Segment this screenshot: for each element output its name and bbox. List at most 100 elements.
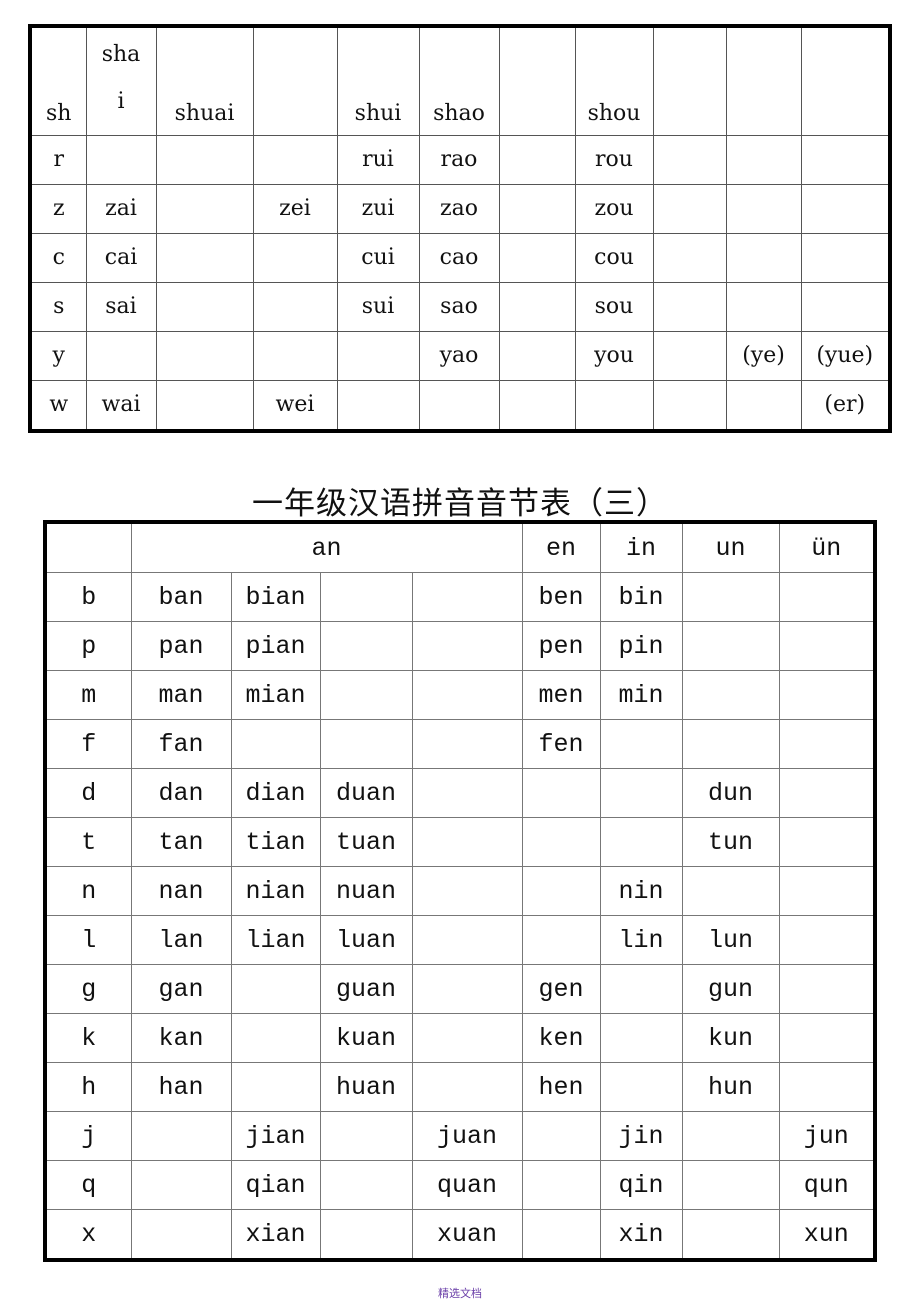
syllable-cell — [681, 866, 780, 916]
syllable-cell — [800, 233, 891, 283]
syllable-cell: tian — [230, 817, 321, 867]
syllable-cell — [652, 380, 727, 432]
footer-watermark: 精选文档 — [438, 1287, 482, 1300]
table1-row-sh: sh sha i shuai shui shao shou — [29, 25, 891, 136]
syllable-cell — [498, 25, 576, 136]
syllable-cell: zei — [252, 184, 338, 234]
header-in: in — [599, 521, 683, 573]
syllable-cell: (er) — [800, 380, 891, 432]
syllable-cell — [599, 768, 683, 818]
syllable-cell — [319, 1209, 413, 1261]
syllable-cell — [230, 964, 321, 1014]
syllable-cell — [411, 964, 523, 1014]
syllable-cell — [498, 380, 576, 432]
syllable-cell — [319, 719, 413, 769]
initial-cell: g — [44, 964, 132, 1014]
syllable-cell: kan — [130, 1013, 232, 1063]
syllable-cell — [230, 719, 321, 769]
syllable-cell — [599, 964, 683, 1014]
syllable-cell: juan — [411, 1111, 523, 1161]
syllable-cell — [725, 233, 802, 283]
syllable-cell: cao — [418, 233, 500, 283]
syllable-cell — [411, 719, 523, 769]
syllable-table-part3: an en in un ün b ban bian ben bin p pan pian pen… — [43, 520, 878, 1262]
syllable-cell — [652, 233, 727, 283]
syllable-cell — [252, 135, 338, 185]
table1-row-w: w wai wei (er) — [29, 380, 891, 432]
syllable-cell — [252, 233, 338, 283]
syllable-cell — [778, 1062, 876, 1112]
syllable-cell: rui — [336, 135, 420, 185]
initial-cell: y — [29, 331, 87, 381]
table1-row-s: s sai sui sao sou — [29, 282, 891, 332]
syllable-cell: bin — [599, 572, 683, 622]
initial-cell: k — [44, 1013, 132, 1063]
syllable-cell: nuan — [319, 866, 413, 916]
header-corner-cell — [44, 521, 132, 573]
syllable-cell — [681, 1111, 780, 1161]
syllable-cell — [498, 331, 576, 381]
syllable-cell — [411, 670, 523, 720]
syllable-cell — [418, 380, 500, 432]
syllable-cell — [681, 719, 780, 769]
syllable-cell: shou — [574, 25, 654, 136]
initial-cell: b — [44, 572, 132, 622]
page-title: 一年级汉语拼音音节表（三） — [252, 486, 668, 522]
syllable-cell: sai — [85, 282, 157, 332]
syllable-cell: tan — [130, 817, 232, 867]
syllable-cell — [521, 1111, 601, 1161]
syllable-cell: xian — [230, 1209, 321, 1261]
syllable-cell: xun — [778, 1209, 876, 1261]
syllable-cell: xuan — [411, 1209, 523, 1261]
syllable-cell: lan — [130, 915, 232, 965]
syllable-cell — [725, 135, 802, 185]
syllable-cell: zou — [574, 184, 654, 234]
syllable-cell — [130, 1111, 232, 1161]
syllable-cell: jin — [599, 1111, 683, 1161]
syllable-cell — [411, 768, 523, 818]
syllable-cell: sui — [336, 282, 420, 332]
syllable-cell — [230, 1013, 321, 1063]
syllable-cell: xin — [599, 1209, 683, 1261]
syllable-cell: tun — [681, 817, 780, 867]
syllable-cell: yao — [418, 331, 500, 381]
syllable-cell — [681, 1160, 780, 1210]
syllable-fragment: i — [117, 89, 125, 114]
syllable-cell: fen — [521, 719, 601, 769]
initial-cell: q — [44, 1160, 132, 1210]
syllable-cell — [652, 25, 727, 136]
syllable-cell: duan — [319, 768, 413, 818]
syllable-cell — [681, 670, 780, 720]
syllable-cell — [252, 331, 338, 381]
syllable-cell: bian — [230, 572, 321, 622]
syllable-cell: lun — [681, 915, 780, 965]
syllable-cell — [411, 1013, 523, 1063]
syllable-cell: hun — [681, 1062, 780, 1112]
syllable-cell — [778, 768, 876, 818]
table2-row-m: m man mian men min — [44, 670, 876, 720]
initial-cell: t — [44, 817, 132, 867]
syllable-cell — [800, 184, 891, 234]
syllable-cell: gen — [521, 964, 601, 1014]
syllable-cell: pan — [130, 621, 232, 671]
syllable-cell — [778, 964, 876, 1014]
syllable-cell — [155, 282, 254, 332]
syllable-cell: shuai — [155, 25, 254, 136]
syllable-cell — [155, 184, 254, 234]
syllable-cell — [599, 1062, 683, 1112]
syllable-cell — [521, 866, 601, 916]
syllable-cell: tuan — [319, 817, 413, 867]
syllable-cell — [778, 866, 876, 916]
table2-row-d: d dan dian duan dun — [44, 768, 876, 818]
table2-row-p: p pan pian pen pin — [44, 621, 876, 671]
syllable-table-part2: sh sha i shuai shui shao shou r rui rao rou z zai zei… — [28, 24, 892, 433]
syllable-cell: shui — [336, 25, 420, 136]
table2-row-h: h han huan hen hun — [44, 1062, 876, 1112]
syllable-cell: jian — [230, 1111, 321, 1161]
syllable-cell: pian — [230, 621, 321, 671]
syllable-cell — [319, 670, 413, 720]
syllable-cell: man — [130, 670, 232, 720]
initial-cell: p — [44, 621, 132, 671]
initial-cell: r — [29, 135, 87, 185]
syllable-cell — [652, 184, 727, 234]
